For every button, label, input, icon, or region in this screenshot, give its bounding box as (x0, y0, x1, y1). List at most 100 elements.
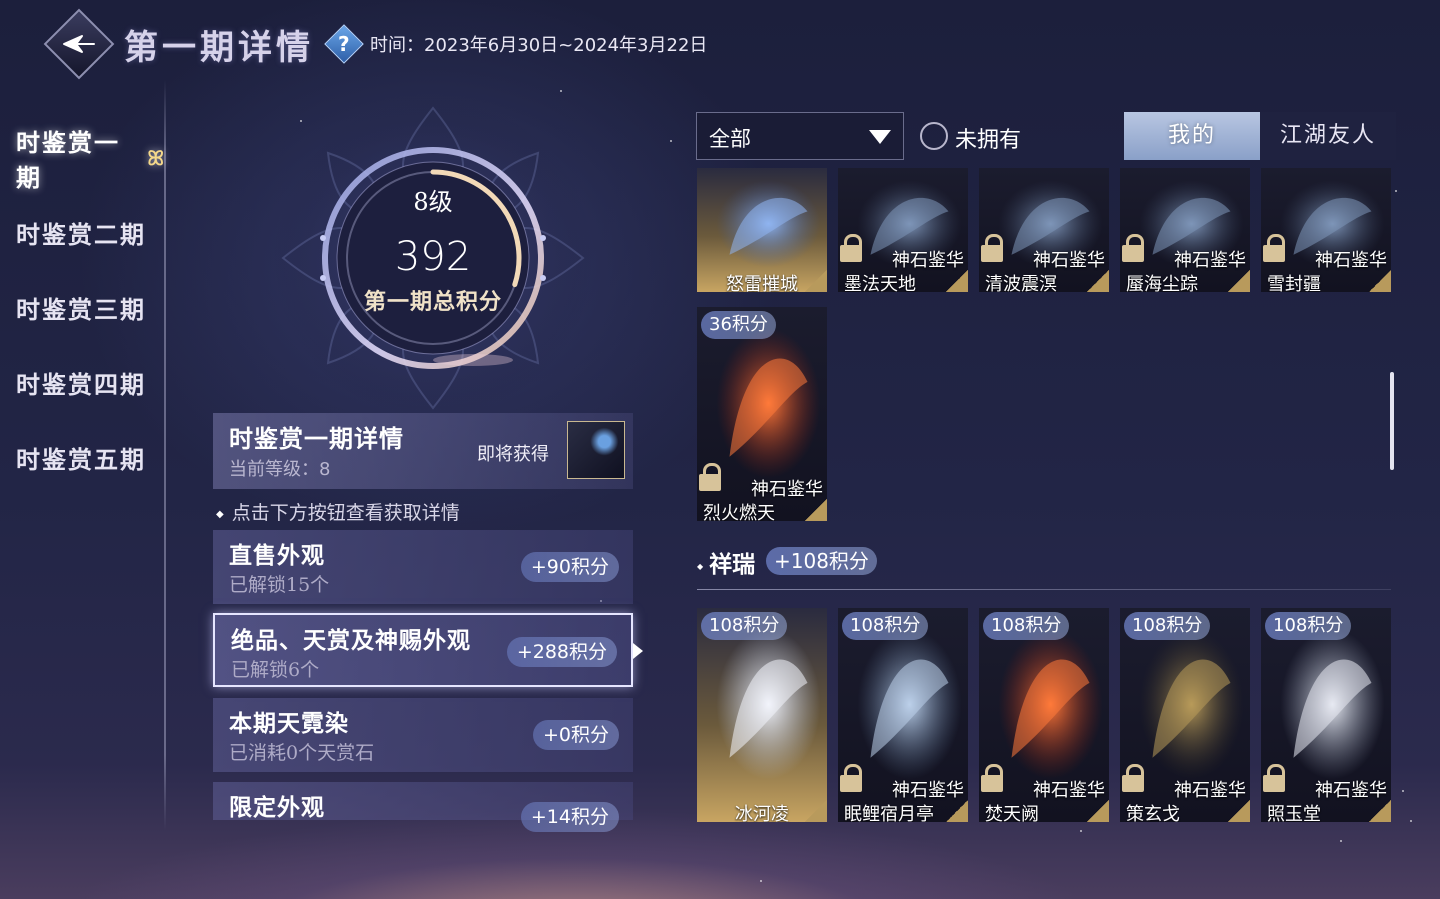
grid-scrollbar[interactable] (1390, 372, 1394, 470)
sidebar-item-period-5[interactable]: 时鉴赏五期 (0, 420, 166, 495)
category-subtitle: 已解锁15个 (229, 574, 330, 596)
appearance-card[interactable]: 108积分神石鉴华策玄戈 (1120, 608, 1250, 822)
appearance-badge: 神石鉴华 (1315, 780, 1387, 801)
corner-ornament-icon (805, 499, 827, 521)
appearance-points-tag: 108积分 (1124, 612, 1211, 640)
appearance-badge: 神石鉴华 (892, 780, 964, 801)
lock-icon (699, 463, 721, 491)
appearance-badge: 神石鉴华 (1033, 250, 1105, 271)
appearance-card[interactable]: 神石鉴华 雪封疆 (1261, 168, 1391, 292)
appearance-grid: 怒雷摧城 神石鉴华 墨法天地 神石鉴华 清波震溟 神石鉴华 蜃海尘踪 神石鉴华 雪封疆 36积分神… (697, 168, 1397, 822)
category-title: 限定外观 (229, 794, 325, 821)
appearance-card[interactable]: 神石鉴华 蜃海尘踪 (1120, 168, 1250, 292)
upcoming-reward-thumbnail[interactable] (567, 421, 625, 479)
sidebar-item-label: 时鉴赏四期 (16, 370, 146, 399)
unowned-label: 未拥有 (955, 128, 1022, 153)
lock-icon (981, 234, 1003, 262)
lock-icon (1263, 764, 1285, 792)
corner-ornament-icon (1369, 270, 1391, 292)
appearance-name: 墨法天地 (844, 274, 916, 292)
filter-selected-value: 全部 (709, 127, 751, 151)
appearance-name: 策玄戈 (1126, 804, 1180, 822)
appearance-name: 烈火燃天 (703, 503, 775, 521)
upcoming-reward-label: 即将获得 (477, 444, 549, 465)
sidebar-item-period-4[interactable]: 时鉴赏四期 (0, 345, 166, 420)
dropdown-caret-icon (869, 130, 891, 144)
appearance-card[interactable]: 108积分 神石鉴华 焚天阙 (979, 608, 1109, 822)
lock-icon (981, 764, 1003, 792)
appearance-card[interactable]: 36积分神石鉴华烈火燃天 (697, 307, 827, 521)
appearance-card[interactable]: 神石鉴华墨法天地 (838, 168, 968, 292)
appearance-badge: 神石鉴华 (892, 250, 964, 271)
lock-icon (840, 764, 862, 792)
lock-icon (1122, 764, 1144, 792)
category-points: +90积分 (520, 552, 619, 582)
tab-friends[interactable]: 江湖友人 (1260, 112, 1396, 160)
corner-ornament-icon (805, 270, 827, 292)
tab-mine[interactable]: 我的 (1124, 112, 1260, 160)
appearance-name: 蜃海尘踪 (1126, 274, 1198, 292)
detail-title: 时鉴赏一期详情 (229, 424, 404, 453)
category-button[interactable]: 绝品、天赏及神赐外观已解锁6个 +288积分 (213, 613, 643, 687)
section-divider (697, 589, 1391, 590)
appearance-points-tag: 108积分 (701, 612, 788, 640)
appearance-points-tag: 36积分 (701, 311, 776, 339)
category-filter-dropdown[interactable]: 全部 (696, 112, 904, 160)
category-points: +14积分 (520, 802, 619, 832)
category-title: 绝品、天赏及神赐外观 (231, 627, 471, 654)
time-range: 时间：2023年6月30日~2024年3月22日 (370, 35, 708, 56)
appearance-name: 雪封疆 (1267, 274, 1321, 292)
category-subtitle: 已消耗0个天赏石 (229, 742, 375, 764)
active-marker-icon: ꕤ (147, 145, 166, 170)
level-ring: 8级 392 第一期总积分 (273, 98, 593, 418)
appearance-badge: 神石鉴华 (751, 479, 823, 500)
category-points: +288积分 (506, 637, 617, 667)
current-level: 当前等级：8 (229, 459, 331, 480)
owner-tabs: 我的 江湖友人 (1124, 112, 1396, 160)
appearance-card[interactable]: 108积分神石鉴华照玉堂 (1261, 608, 1391, 822)
section-title: 祥瑞 (697, 545, 755, 579)
level-label: 8级 (413, 188, 453, 216)
appearance-points-tag: 108积分 (842, 612, 929, 640)
category-subtitle: 已解锁6个 (231, 659, 320, 681)
corner-ornament-icon (946, 270, 968, 292)
category-button[interactable]: 限定外观 +14积分 (213, 782, 633, 832)
category-button[interactable]: 本期天霓染 已消耗0个天赏石 +0积分 (213, 698, 633, 772)
selected-arrow-icon (633, 643, 643, 659)
section-points: +108积分 (766, 547, 877, 575)
appearance-card[interactable]: 108积分神石鉴华眠鲤宿月亭 (838, 608, 968, 822)
unowned-radio[interactable] (920, 122, 948, 150)
back-button[interactable] (43, 8, 115, 80)
header: 第一期详情 ? 时间：2023年6月30日~2024年3月22日 (43, 8, 708, 80)
appearance-card[interactable]: 神石鉴华 清波震溟 (979, 168, 1109, 292)
appearance-name: 眠鲤宿月亭 (844, 804, 934, 822)
appearance-art (716, 629, 821, 780)
appearance-points-tag: 108积分 (1265, 612, 1352, 640)
appearance-card[interactable]: 108积分 冰河凌 (697, 608, 827, 822)
question-icon[interactable]: ? (324, 24, 364, 64)
sidebar-item-period-2[interactable]: 时鉴赏二期 (0, 195, 166, 270)
corner-ornament-icon (1087, 270, 1109, 292)
back-arrow-icon (63, 35, 95, 53)
sidebar-item-label: 时鉴赏一期 (16, 127, 120, 192)
corner-ornament-icon (805, 800, 827, 822)
appearance-name: 照玉堂 (1267, 804, 1321, 822)
category-title: 直售外观 (229, 542, 325, 569)
sidebar: 时鉴赏一期 ꕤ 时鉴赏二期时鉴赏三期时鉴赏四期时鉴赏五期 (0, 120, 166, 495)
lock-icon (1122, 234, 1144, 262)
total-score-label: 第一期总积分 (363, 289, 502, 315)
sidebar-item-period-3[interactable]: 时鉴赏三期 (0, 270, 166, 345)
page-title: 第一期详情 (124, 27, 314, 68)
appearance-badge: 神石鉴华 (1033, 780, 1105, 801)
sidebar-item-label: 时鉴赏二期 (16, 220, 146, 249)
appearance-card[interactable]: 怒雷摧城 (697, 168, 827, 292)
corner-ornament-icon (1087, 800, 1109, 822)
corner-ornament-icon (1369, 800, 1391, 822)
appearance-badge: 神石鉴华 (1174, 780, 1246, 801)
appearance-points-tag: 108积分 (983, 612, 1070, 640)
hint-text: 点击下方按钮查看获取详情 (216, 498, 460, 525)
category-button[interactable]: 直售外观已解锁15个 +90积分 (213, 530, 633, 604)
period-detail-card[interactable]: 时鉴赏一期详情 当前等级：8 即将获得 (213, 413, 633, 489)
category-points: +0积分 (532, 720, 619, 750)
sidebar-item-period-1[interactable]: 时鉴赏一期 ꕤ (0, 120, 166, 195)
